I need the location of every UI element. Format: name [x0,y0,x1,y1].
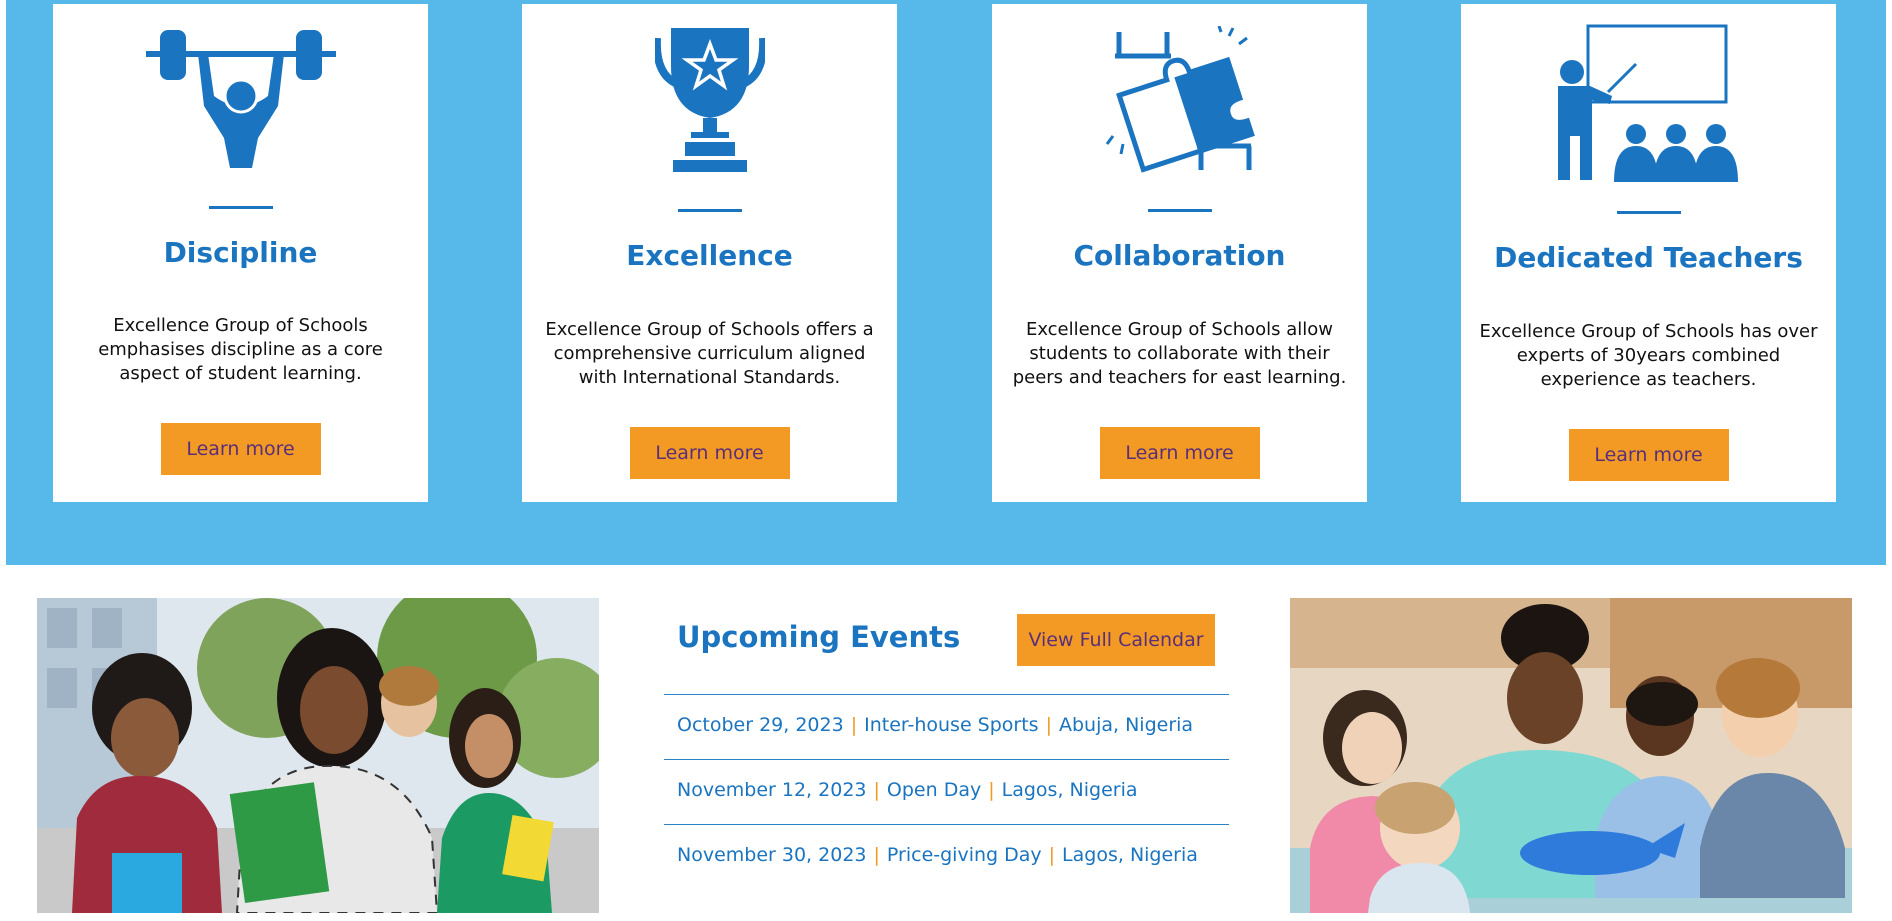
event-divider [664,759,1229,760]
learn-more-button[interactable]: Learn more [1099,427,1260,479]
students-photo [37,598,599,913]
learn-more-button[interactable]: Learn more [629,427,790,479]
card-description: Excellence Group of Schools offers a com… [545,319,874,388]
card-title: Dedicated Teachers [1494,241,1803,274]
event-location: Lagos, Nigeria [1001,779,1138,801]
event-date: October 29, 2023 [677,714,844,736]
event-item[interactable]: November 30, 2023 | Price-giving Day | Lagos… [677,844,1198,874]
event-divider [664,824,1229,825]
event-separator: | [1048,844,1056,866]
card-description: Excellence Group of Schools allow studen… [1012,319,1347,388]
card-title: Collaboration [1073,239,1286,272]
teacher-class-icon [1557,24,1738,182]
event-item[interactable]: November 12, 2023 | Open Day | Lagos, Nigeri… [677,779,1138,809]
feature-card-dedicated-teachers: Dedicated Teachers Excellence Group of S… [1461,4,1836,502]
card-title: Discipline [163,236,318,269]
feature-card-excellence: Excellence Excellence Group of Schools o… [522,4,897,502]
feature-card-discipline: Discipline Excellence Group of Schools e… [53,4,428,502]
event-location: Lagos, Nigeria [1062,844,1198,866]
event-name: Inter-house Sports [864,714,1039,736]
card-divider [208,206,273,209]
event-separator: | [873,779,880,801]
card-description: Excellence Group of Schools has over exp… [1479,321,1818,390]
card-divider [1147,209,1212,212]
event-item[interactable]: October 29, 2023 | Inter-house Sports | Abuj… [677,714,1193,744]
event-divider [664,694,1229,695]
view-full-calendar-button[interactable]: View Full Calendar [1017,614,1215,666]
features-band: Discipline Excellence Group of Schools e… [6,0,1886,565]
card-divider [677,209,742,212]
event-date: November 30, 2023 [677,844,867,866]
classroom-photo [1290,598,1852,913]
weightlifter-icon [145,30,336,168]
feature-card-collaboration: Collaboration Excellence Group of School… [992,4,1367,502]
event-separator: | [850,714,858,736]
upcoming-events-title: Upcoming Events [677,620,961,654]
event-separator: | [873,844,880,866]
event-name: Price-giving Day [886,844,1042,866]
event-location: Abuja, Nigeria [1058,714,1194,736]
event-separator: | [1045,714,1052,736]
learn-more-button[interactable]: Learn more [160,423,321,475]
card-divider [1616,211,1681,214]
card-title: Excellence [626,239,793,272]
trophy-icon [654,28,765,172]
event-date: November 12, 2023 [677,779,867,801]
event-name: Open Day [886,779,982,801]
event-separator: | [988,779,995,801]
learn-more-button[interactable]: Learn more [1568,429,1729,481]
puzzle-collaboration-icon [1105,26,1255,173]
card-description: Excellence Group of Schools emphasises d… [98,315,383,384]
